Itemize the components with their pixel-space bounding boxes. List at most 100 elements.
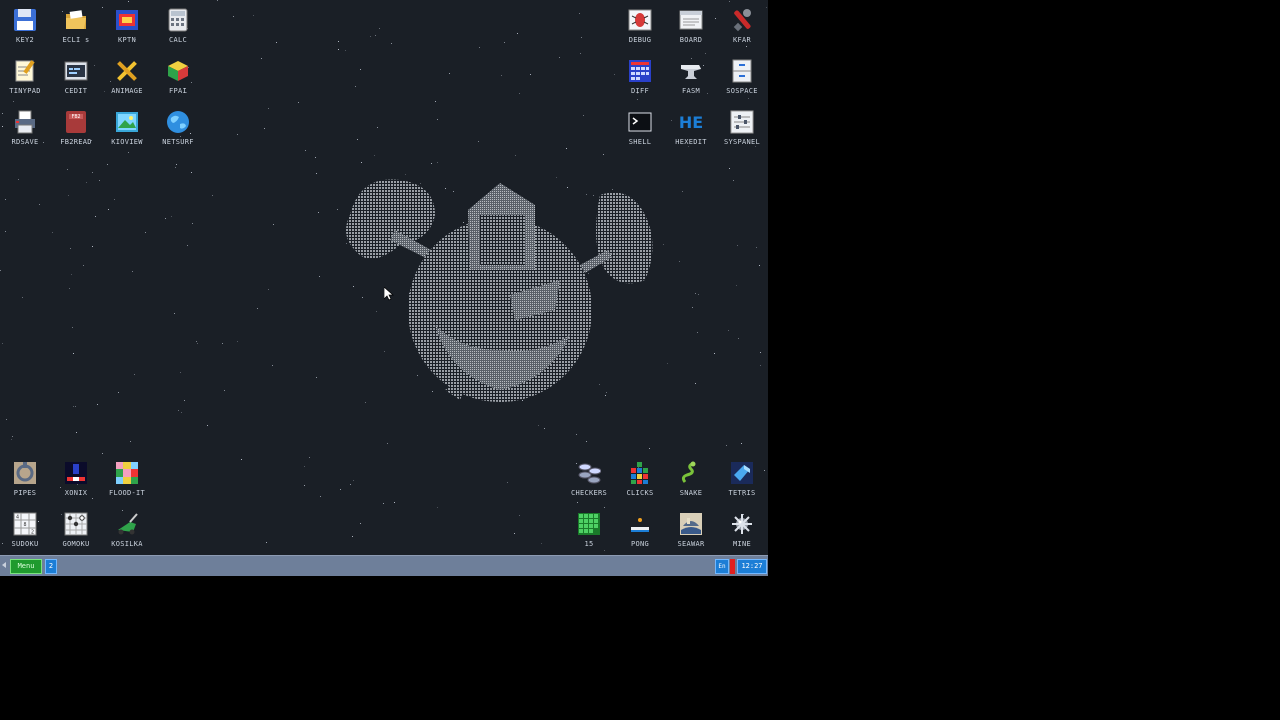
- flood-grid-icon: [115, 461, 139, 485]
- desktop-icon-netsurf[interactable]: NETSURF: [153, 104, 203, 152]
- desktop-icon-board[interactable]: BOARD: [666, 2, 716, 50]
- desktop-icon-checkers[interactable]: CHECKERS: [564, 455, 614, 503]
- desktop-icon-calc[interactable]: CALC: [153, 2, 203, 50]
- desktop-icon-label: RDSAVE: [11, 138, 39, 146]
- sudoku-icon: 482: [13, 512, 37, 536]
- desktop-icon-label: DEBUG: [628, 36, 652, 44]
- svg-text:HE: HE: [679, 113, 703, 132]
- desktop-icon-fb2read[interactable]: FB2 FB2READ: [51, 104, 101, 152]
- mouse-cursor: [384, 287, 394, 301]
- desktop-icon-mine[interactable]: MINE: [717, 506, 767, 554]
- desktop-icon-label: HEXEDIT: [675, 138, 707, 146]
- desktop-icon-label: CHECKERS: [570, 489, 608, 497]
- notepad-icon: [13, 59, 37, 83]
- desktop-icon-kfar[interactable]: KFAR: [717, 2, 767, 50]
- desktop-icon-debug[interactable]: DEBUG: [615, 2, 665, 50]
- xonix-icon: [64, 461, 88, 485]
- desktop-icon-xonix[interactable]: XONIX: [51, 455, 101, 503]
- svg-text:2: 2: [31, 530, 34, 536]
- hex-icon: HE: [679, 110, 703, 134]
- desktop-icon-label: NETSURF: [162, 138, 194, 146]
- desktop-icon-key2[interactable]: KEY2: [0, 2, 50, 50]
- desktop-icon-label: GOMOKU: [62, 540, 90, 548]
- pencil-ruler-icon: [115, 59, 139, 83]
- menu-button[interactable]: Menu: [10, 559, 42, 574]
- desktop-icon-ecli-s[interactable]: ECLI s: [51, 2, 101, 50]
- terminal-icon: [628, 110, 652, 134]
- screen: KEY2 ECLI s KPTN CALC TINYPAD CEDIT ANIMAGE FPA…: [0, 0, 768, 576]
- desktop-icon-label: SEAWAR: [677, 540, 705, 548]
- pipes-icon: [13, 461, 37, 485]
- desktop-icon-hexedit[interactable]: HE HEXEDIT: [666, 104, 716, 152]
- desktop-icon-gomoku[interactable]: GOMOKU: [51, 506, 101, 554]
- desktop-icon-fpai[interactable]: FPAI: [153, 53, 203, 101]
- floppy-disk-icon: [13, 8, 37, 32]
- desktop-icon-fasm[interactable]: FASM: [666, 53, 716, 101]
- desktop-icon-seawar[interactable]: SEAWAR: [666, 506, 716, 554]
- desktop-icon-flood-it[interactable]: FLOOD-IT: [102, 455, 152, 503]
- language-indicator[interactable]: En: [715, 559, 729, 574]
- scroll-left-arrow-icon[interactable]: [2, 562, 6, 568]
- desktop-icon-label: KEY2: [15, 36, 35, 44]
- svg-text:8: 8: [23, 522, 26, 528]
- board-icon: [679, 8, 703, 32]
- taskbar: Menu 2 En 12:27: [0, 555, 768, 576]
- code-editor-icon: [64, 59, 88, 83]
- desktop-icon-pipes[interactable]: PIPES: [0, 455, 50, 503]
- desktop-icon-kosilka[interactable]: KOSILKA: [102, 506, 152, 554]
- desktop-icon-label: CALC: [168, 36, 188, 44]
- desktop-icon-clicks[interactable]: CLICKS: [615, 455, 665, 503]
- desktop-icon-syspanel[interactable]: SYSPANEL: [717, 104, 767, 152]
- svg-text:4: 4: [16, 515, 19, 521]
- task-indicator[interactable]: 2: [45, 559, 57, 574]
- desktop-icon-shell[interactable]: SHELL: [615, 104, 665, 152]
- desktop-icon-kioview[interactable]: KIOVIEW: [102, 104, 152, 152]
- desktop-icon-15[interactable]: 15: [564, 506, 614, 554]
- desktop-icon-label: CEDIT: [64, 87, 88, 95]
- desktop-icon-sudoku[interactable]: 4 8 2 SUDOKU: [0, 506, 50, 554]
- lawnmower-icon: [115, 512, 139, 536]
- paint-icon: [115, 8, 139, 32]
- desktop-icon-label: FASM: [681, 87, 701, 95]
- sliders-icon: [730, 110, 754, 134]
- desktop-icon-label: DIFF: [630, 87, 650, 95]
- desktop-icon-label: PIPES: [13, 489, 37, 497]
- desktop-icon-tetris[interactable]: TETRIS: [717, 455, 767, 503]
- desktop-icon-sospace[interactable]: SOSPACE: [717, 53, 767, 101]
- book-icon: FB2: [64, 110, 88, 134]
- desktop-icon-tinypad[interactable]: TINYPAD: [0, 53, 50, 101]
- desktop-icon-rdsave[interactable]: RDSAVE: [0, 104, 50, 152]
- desktop-icon-label: CLICKS: [626, 489, 654, 497]
- svg-text:FB2: FB2: [71, 114, 80, 120]
- desktop-icon-label: XONIX: [64, 489, 88, 497]
- blocks-icon: [628, 461, 652, 485]
- desktop-icon-label: KIOVIEW: [111, 138, 143, 146]
- gomoku-icon: [64, 512, 88, 536]
- tray-marker: [730, 559, 735, 574]
- fifteen-grid-icon: [577, 512, 601, 536]
- desktop-icon-kptn[interactable]: KPTN: [102, 2, 152, 50]
- wrench-icon: [730, 8, 754, 32]
- desktop-icon-diff[interactable]: DIFF: [615, 53, 665, 101]
- desktop-icon-animage[interactable]: ANIMAGE: [102, 53, 152, 101]
- desktop-icon-label: MINE: [732, 540, 752, 548]
- seawar-icon: [679, 512, 703, 536]
- desktop-icon-label: ANIMAGE: [111, 87, 143, 95]
- desktop-icon-snake[interactable]: SNAKE: [666, 455, 716, 503]
- desktop[interactable]: KEY2 ECLI s KPTN CALC TINYPAD CEDIT ANIMAGE FPA…: [0, 0, 768, 555]
- desktop-icon-label: TETRIS: [728, 489, 756, 497]
- clock[interactable]: 12:27: [737, 559, 767, 574]
- anvil-icon: [679, 59, 703, 83]
- letterbox-right: [768, 0, 1280, 720]
- image-viewer-icon: [115, 110, 139, 134]
- desktop-icon-cedit[interactable]: CEDIT: [51, 53, 101, 101]
- desktop-icon-label: KPTN: [117, 36, 137, 44]
- calendar-grid-icon: [628, 59, 652, 83]
- checkers-icon: [577, 461, 602, 485]
- printer-icon: [13, 110, 37, 134]
- desktop-icon-pong[interactable]: PONG: [615, 506, 665, 554]
- calculator-icon: [166, 8, 190, 32]
- desktop-icon-label: TINYPAD: [9, 87, 41, 95]
- desktop-icon-label: SYSPANEL: [723, 138, 761, 146]
- desktop-icon-label: SNAKE: [679, 489, 703, 497]
